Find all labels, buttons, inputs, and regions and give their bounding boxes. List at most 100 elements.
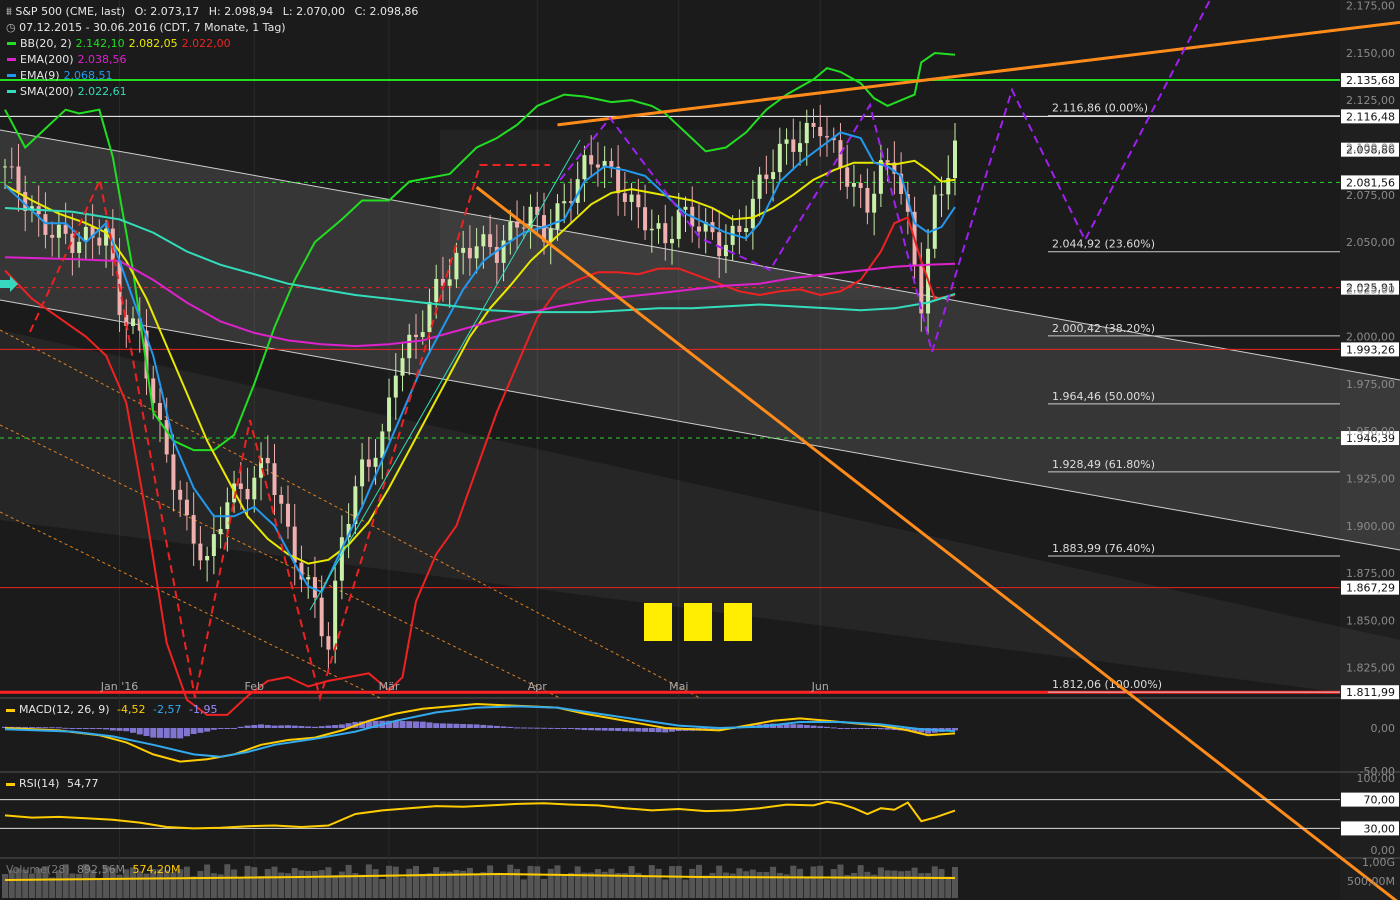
candle-body (643, 207, 648, 231)
macd-histogram-bar (136, 728, 143, 735)
volume-bar (743, 871, 750, 898)
candle-body (865, 188, 870, 213)
volume-bar (466, 867, 473, 898)
price-axis-tick: 2.075,00 (1346, 189, 1395, 202)
volume-bar (790, 865, 797, 898)
legend-item-bb[interactable]: BB(20, 2) 2.142,10 2.082,05 2.022,00 (6, 36, 418, 52)
macd-histogram-bar (844, 728, 851, 729)
volume-bar (507, 864, 514, 898)
macd-histogram-bar (217, 728, 224, 729)
volume-bar (864, 871, 871, 898)
candle-body (582, 155, 587, 180)
macd-histogram-bar (884, 728, 891, 730)
volume-bar (810, 866, 817, 898)
macd-histogram-bar (601, 728, 608, 731)
candle-body (508, 221, 513, 241)
candle-body (306, 577, 311, 580)
macd-histogram-bar (258, 724, 265, 728)
macd-histogram-bar (130, 728, 137, 733)
candle-body (454, 252, 459, 280)
macd-histogram-bar (480, 724, 487, 728)
macd-histogram-bar (810, 725, 817, 728)
price-axis-tick: 2.125,00 (1346, 94, 1395, 107)
volume-bar (938, 868, 945, 898)
macd-histogram-bar (318, 726, 325, 728)
volume-legend[interactable]: Volume(28) 892,56M 574,20M (6, 863, 180, 876)
macd-histogram-bar (466, 724, 473, 728)
candle-body (595, 164, 600, 168)
macd-histogram-bar (123, 728, 130, 732)
macd-histogram-bar (116, 728, 123, 731)
volume-bar (493, 872, 500, 898)
candle-body (683, 206, 688, 210)
rsi-legend[interactable]: RSI(14) 54,77 (6, 777, 98, 790)
macd-histogram-bar (156, 728, 163, 738)
candle-body (939, 194, 944, 196)
candle-body (50, 234, 55, 238)
ohlc-high: H: 2.098,94 (208, 5, 274, 18)
volume-bar (918, 873, 925, 898)
legend-item-sma200[interactable]: SMA(200) 2.022,61 (6, 84, 418, 100)
price-axis-tick: 1.950,00 (1346, 425, 1395, 438)
candle-body (811, 122, 816, 127)
macd-histogram-bar (567, 728, 574, 729)
macd-histogram-bar (823, 726, 830, 728)
candle-body (56, 224, 61, 238)
time-axis-label: Apr (528, 680, 548, 693)
volume-bar (170, 872, 177, 898)
candle-body (218, 528, 223, 535)
fib-level-label: 1.964,46 (50.00%) (1052, 390, 1155, 403)
chart-svg[interactable]: 2.116,86 (0.00%) 2.044,92 (23.60%) 2.000,4… (0, 0, 1400, 900)
volume-bar (567, 872, 574, 898)
volume-axis-tick: 1,00G (1362, 856, 1395, 869)
volume-bar (258, 876, 265, 898)
volume-bar (311, 871, 318, 898)
candle-body (252, 477, 257, 500)
candle-body (824, 136, 829, 138)
volume-bar (642, 875, 649, 898)
volume-bar (749, 869, 756, 898)
macd-histogram-bar (298, 726, 305, 728)
price-axis-tick: 2.000,00 (1346, 331, 1395, 344)
legend-item-ema200[interactable]: EMA(200) 2.038,56 (6, 52, 418, 68)
volume-bar (675, 865, 682, 898)
macd-histogram-bar (419, 721, 426, 728)
macd-histogram-bar (96, 728, 103, 729)
macd-histogram-bar (28, 727, 35, 729)
macd-histogram-bar (473, 724, 480, 728)
price-axis-tick: 1.900,00 (1346, 520, 1395, 533)
macd-histogram-bar (830, 727, 837, 729)
legend-swatch (7, 89, 16, 93)
macd-histogram-bar (615, 728, 622, 731)
rsi-axis-label: 30,00 (1364, 822, 1396, 835)
price-label: 1.811,99 (1346, 686, 1395, 699)
candle-body (858, 182, 863, 189)
macd-histogram-bar (264, 725, 271, 728)
price-axis-tick: 1.975,00 (1346, 378, 1395, 391)
volume-bar (143, 873, 150, 898)
clock-icon: ◷ (6, 21, 16, 34)
candle-body (467, 247, 472, 259)
highlight-box (724, 603, 752, 641)
volume-bar (561, 875, 568, 898)
volume-bar (574, 866, 581, 898)
time-axis-label: Feb (245, 680, 264, 693)
candle-body (609, 160, 614, 167)
macd-histogram-bar (635, 728, 642, 732)
legend-item-ema9[interactable]: EMA(9) 2.068,51 (6, 68, 418, 84)
candle-body (407, 334, 412, 359)
candle-body (521, 227, 526, 229)
volume-bar (682, 879, 689, 898)
volume-bar (547, 868, 554, 898)
volume-bar (500, 875, 507, 898)
macd-legend[interactable]: MACD(12, 26, 9) -4,52 -2,57 -1,95 (6, 703, 217, 716)
price-axis-tick: 2.025,00 (1346, 283, 1395, 296)
candle-body (77, 241, 82, 253)
volume-bar (264, 869, 271, 898)
volume-bar (473, 873, 480, 898)
volume-bar (359, 874, 366, 898)
macd-histogram-bar (460, 724, 467, 728)
volume-bar (662, 879, 669, 898)
chart-legend: ⩩ S&P 500 (CME, last) O: 2.073,17 H: 2.0… (6, 4, 418, 100)
highlight-box (684, 603, 712, 641)
